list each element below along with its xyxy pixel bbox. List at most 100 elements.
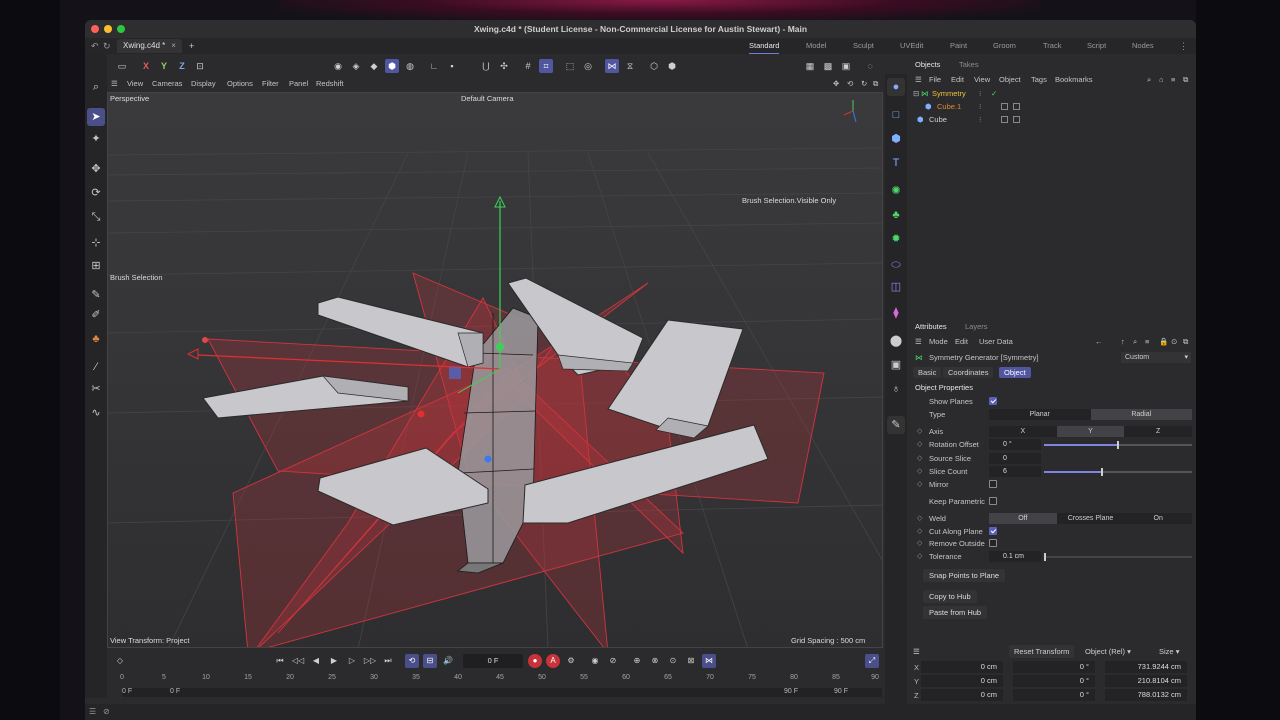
- next-frame-icon[interactable]: ▷: [345, 654, 359, 668]
- attributes-menu-icon[interactable]: ☰: [915, 337, 922, 346]
- record-icon[interactable]: ●: [528, 654, 542, 668]
- generator-icon[interactable]: ✺: [887, 182, 905, 200]
- key-rotation-icon[interactable]: ⊘: [606, 654, 620, 668]
- symmetry-icon[interactable]: ⋈: [605, 59, 619, 73]
- coordinates-menu-icon[interactable]: ☰: [913, 645, 920, 658]
- snap-settings-icon[interactable]: ✣: [497, 59, 511, 73]
- sound-icon[interactable]: 🔊: [441, 654, 455, 668]
- document-tab[interactable]: Xwing.c4d * ×: [117, 39, 182, 53]
- range-end[interactable]: 90 F: [784, 688, 798, 695]
- back-arrow-icon[interactable]: ←: [1095, 337, 1103, 346]
- axis-option-x[interactable]: X: [989, 426, 1057, 437]
- loop-icon[interactable]: ⟲: [405, 654, 419, 668]
- keyframe-diamond-icon[interactable]: ◇: [917, 452, 922, 465]
- snap-icon[interactable]: ⋃: [479, 59, 493, 73]
- solo-icon[interactable]: ⬚: [563, 59, 577, 73]
- preview-range-bar[interactable]: 0 F 0 F 90 F 90 F: [122, 688, 882, 697]
- objects-new-window-icon[interactable]: ⧉: [1183, 75, 1188, 85]
- tree-item-cube-1[interactable]: ⬢ Cube.1 ⁝: [913, 100, 1193, 113]
- slice-count-field[interactable]: 6: [989, 466, 1041, 477]
- new-tab-button[interactable]: +: [189, 41, 194, 51]
- render-settings-icon[interactable]: ▣: [839, 59, 853, 73]
- perspective-viewport[interactable]: Perspective Default Camera Brush Selecti…: [107, 92, 883, 648]
- slice-count-slider[interactable]: [1044, 468, 1192, 476]
- next-key-icon[interactable]: ▷▷: [363, 654, 377, 668]
- coordinate-mode-dropdown[interactable]: Object (Rel) ▾: [1085, 645, 1131, 658]
- size-x-field[interactable]: 731.9244 cm: [1105, 661, 1187, 673]
- tab-attributes[interactable]: Attributes: [915, 322, 947, 331]
- sculpt-brush-icon[interactable]: ✎: [887, 416, 905, 434]
- tolerance-field[interactable]: 0.1 cm: [989, 551, 1041, 562]
- text-icon[interactable]: T: [887, 154, 905, 172]
- knife-tool-icon[interactable]: ✂: [87, 380, 105, 398]
- visibility-dots-icon[interactable]: ⁝: [979, 113, 981, 126]
- move-tool-icon[interactable]: ✥: [87, 160, 105, 178]
- video-camera-icon[interactable]: ▣: [887, 356, 905, 374]
- key-type-icon[interactable]: ⋈: [702, 654, 716, 668]
- grid-snap-icon[interactable]: #: [521, 59, 535, 73]
- minimize-window-button[interactable]: [104, 25, 112, 33]
- tree-item-cube[interactable]: ⬢ Cube ⁝: [913, 113, 1193, 126]
- render-view-icon[interactable]: ▦: [803, 59, 817, 73]
- subtab-object[interactable]: Object: [999, 367, 1031, 378]
- range-end-2[interactable]: 90 F: [834, 688, 848, 695]
- workspace-track[interactable]: Track: [1043, 38, 1061, 54]
- cube-icon[interactable]: ⬢: [887, 130, 905, 148]
- attributes-menu-mode[interactable]: Mode: [929, 337, 948, 346]
- deformer-icon[interactable]: ✹: [887, 230, 905, 248]
- rotation-z-field[interactable]: 0 °: [1013, 689, 1095, 701]
- workspace-uvedit[interactable]: UVEdit: [900, 38, 923, 54]
- pan-icon[interactable]: ✥: [833, 79, 839, 88]
- weld-option-crosses-plane[interactable]: Crosses Plane: [1057, 513, 1125, 524]
- object-tool-icon[interactable]: ⬢: [665, 59, 679, 73]
- autokey-icon[interactable]: A: [546, 654, 560, 668]
- type-option-radial[interactable]: Radial: [1090, 409, 1192, 420]
- keep-parametric-checkbox[interactable]: [989, 497, 997, 505]
- redshift-icon[interactable]: ◌: [863, 59, 877, 73]
- menu-filter[interactable]: Filter: [262, 79, 279, 88]
- workspace-sculpt[interactable]: Sculpt: [853, 38, 874, 54]
- attributes-menu-edit[interactable]: Edit: [955, 337, 968, 346]
- objects-search-icon[interactable]: ⌕: [1147, 75, 1151, 85]
- orbit-icon[interactable]: ⟲: [847, 79, 853, 88]
- menu-cameras[interactable]: Cameras: [152, 79, 182, 88]
- quantize-icon[interactable]: ⌗: [539, 59, 553, 73]
- paint-tool-icon[interactable]: ♣: [87, 330, 105, 348]
- axis-option-z[interactable]: Z: [1124, 426, 1192, 437]
- selected-handle[interactable]: [449, 367, 461, 379]
- cloner-icon[interactable]: ♣: [887, 206, 905, 224]
- key-settings-icon[interactable]: ⚙: [564, 654, 578, 668]
- source-slice-field[interactable]: 0: [989, 453, 1041, 464]
- objects-filter-icon[interactable]: ≡: [1171, 75, 1175, 84]
- magnet-tool-icon[interactable]: ∿: [87, 404, 105, 422]
- objects-menu-tags[interactable]: Tags: [1031, 75, 1047, 84]
- tab-objects[interactable]: Objects: [915, 60, 940, 69]
- brush-tool-icon[interactable]: ⁄: [87, 358, 105, 376]
- current-frame-field[interactable]: 0 F: [463, 654, 523, 668]
- objects-menu-edit[interactable]: Edit: [951, 75, 964, 84]
- position-x-field[interactable]: 0 cm: [921, 661, 1003, 673]
- camera-label[interactable]: Default Camera: [461, 94, 514, 103]
- collapse-icon[interactable]: ⊟: [913, 87, 919, 100]
- attributes-new-window-icon[interactable]: ⧉: [1183, 337, 1188, 347]
- workspace-nodes[interactable]: Nodes: [1132, 38, 1154, 54]
- key-param-icon[interactable]: ⊗: [648, 654, 662, 668]
- edges-mode-icon[interactable]: ◈: [349, 59, 363, 73]
- back-icon[interactable]: ↶: [91, 41, 99, 52]
- model-mode-icon[interactable]: ⬢: [385, 59, 399, 73]
- tag-icon[interactable]: [1001, 103, 1008, 110]
- close-window-button[interactable]: [91, 25, 99, 33]
- key-scale-icon[interactable]: ⊕: [630, 654, 644, 668]
- x-axis-lock-button[interactable]: X: [139, 59, 153, 73]
- spline-square-icon[interactable]: □: [887, 106, 905, 124]
- preset-dropdown[interactable]: Custom ▾: [1121, 352, 1191, 363]
- rotation-x-field[interactable]: 0 °: [1013, 661, 1095, 673]
- key-position-icon[interactable]: ◉: [588, 654, 602, 668]
- transform-tool-icon[interactable]: ⊹: [87, 234, 105, 252]
- go-to-end-icon[interactable]: ⏭: [381, 654, 395, 668]
- status-cancel-icon[interactable]: ⊘: [103, 707, 110, 716]
- rotate-tool-icon[interactable]: ⟳: [87, 184, 105, 202]
- mirror-icon[interactable]: ⧖: [623, 59, 637, 73]
- refresh-icon[interactable]: ↻: [103, 41, 111, 52]
- tag-checker-icon[interactable]: [1013, 103, 1020, 110]
